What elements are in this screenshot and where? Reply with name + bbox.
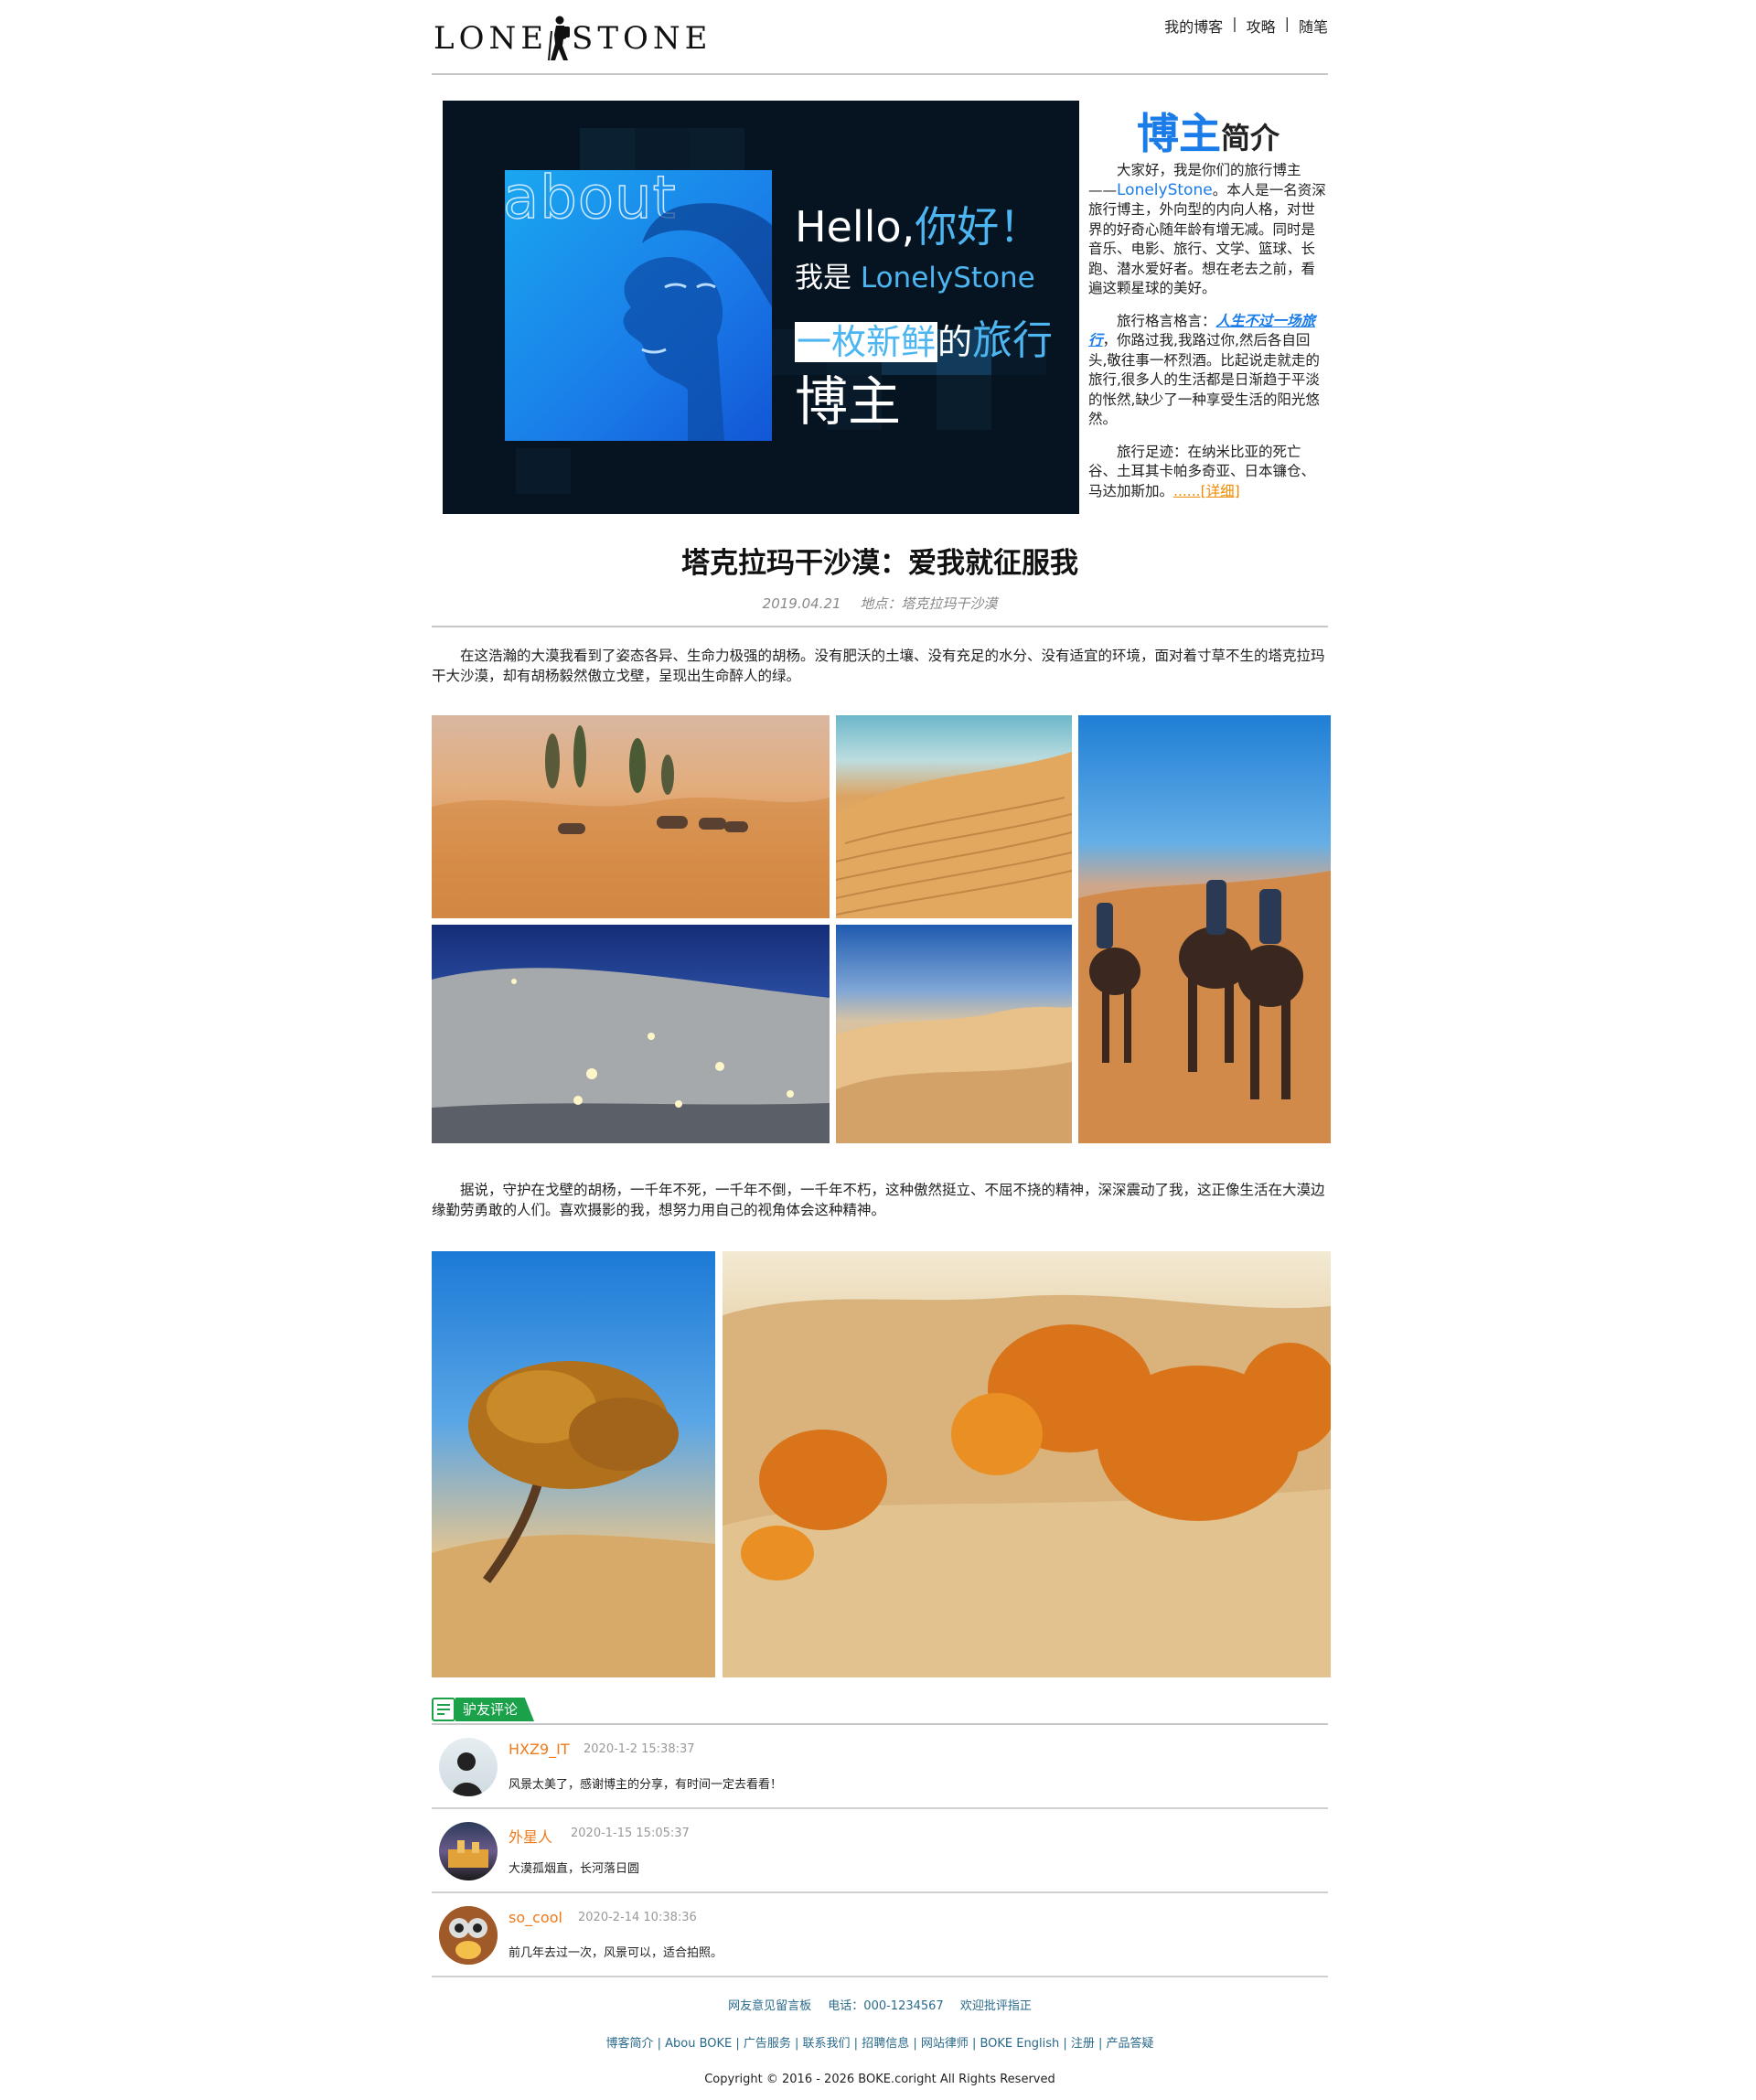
article-meta: 2019.04.21 地点：塔克拉玛干沙漠 xyxy=(432,594,1328,627)
photo-gallery-1 xyxy=(432,715,1331,1143)
photo-dunes-horizon xyxy=(836,925,1072,1143)
banner-hello: Hello xyxy=(795,202,902,252)
comment-author[interactable]: 外星人 xyxy=(509,1825,552,1847)
comment-text: 大漠孤烟直，长河落日圆 xyxy=(509,1862,640,1876)
about-paragraph-1: 大家好，我是你们的旅行博主——LonelyStone。本人是一名资深旅行博主，外… xyxy=(1088,161,1328,299)
user-photo-icon xyxy=(439,1906,498,1965)
night-lights-icon xyxy=(432,968,830,1143)
site-header: LONE STONE 我的博客 | 攻略 | 随笔 xyxy=(432,0,1328,75)
photo-camel-riders xyxy=(1078,715,1331,1143)
about-title: 博主简介 xyxy=(1088,101,1328,158)
comment-author[interactable]: HXZ9_IT xyxy=(509,1741,570,1758)
footer-links[interactable]: 博客简介 | Abou BOKE | 广告服务 | 联系我们 | 招聘信息 | … xyxy=(432,2033,1328,2051)
about-paragraph-2: 旅行格言格言：人生不过一场旅行，你路过我,我路过你,然后各自回头,敬往事一杯烈酒… xyxy=(1088,312,1328,430)
photo-gallery-2 xyxy=(432,1251,1331,1677)
banner-line2-name: LonelyStone xyxy=(860,262,1035,295)
banner-line3-blue: 旅行 xyxy=(972,317,1054,364)
photo-sand-ripples xyxy=(836,715,1072,918)
banner-greeting: Hello,你好！ xyxy=(795,194,1041,254)
comment-time: 2020-2-14 10:38:36 xyxy=(578,1911,697,1924)
comments-tag: 驴友评论 xyxy=(432,1698,535,1721)
avatar[interactable] xyxy=(439,1738,498,1796)
article-date: 2019.04.21 xyxy=(762,595,841,612)
photo-golden-poplars xyxy=(723,1251,1331,1677)
banner-blogger-word: 博主 xyxy=(795,370,902,433)
article-paragraph-2: 据说，守护在戈壁的胡杨，一千年不死，一千年不倒，一千年不朽，这种傲然挺立、不屈不… xyxy=(432,1182,1325,1218)
footer-copyright: Copyright © 2016 - 2026 BOKE.coright All… xyxy=(704,2073,1055,2086)
comment-time: 2020-1-2 15:38:37 xyxy=(584,1742,695,1756)
banner-line2-prefix: 我是 xyxy=(795,262,851,295)
dune-ripples-icon xyxy=(836,752,1072,918)
footer-feedback-link[interactable]: 欢迎批评指正 xyxy=(960,1999,1032,2013)
logo-text-right: STONE xyxy=(572,20,712,57)
dunes-icon xyxy=(836,1006,1072,1143)
comment-item: HXZ9_IT 2020-1-2 15:38:37 风景太美了，感谢博主的分享，… xyxy=(432,1725,1328,1809)
logo-text-left: LONE xyxy=(434,20,549,57)
comment-item: 外星人 2020-1-15 15:05:37 大漠孤烟直，长河落日圆 xyxy=(432,1809,1328,1893)
site-footer: 网友意见留言板 电话：000-1234567 欢迎批评指正 博客简介 | Abo… xyxy=(432,1996,1328,2086)
banner-intro-line: 我是 LonelyStone xyxy=(795,254,1035,295)
nav-essays[interactable]: 随笔 xyxy=(1299,15,1328,37)
comment-item: so_cool 2020-2-14 10:38:36 前几年去过一次，风景可以，… xyxy=(432,1893,1328,1977)
footer-contact: 网友意见留言板 电话：000-1234567 欢迎批评指正 xyxy=(432,1996,1328,2013)
banner-comma: , xyxy=(901,202,915,252)
comment-doc-icon xyxy=(432,1698,455,1721)
golden-poplars-icon xyxy=(723,1294,1331,1677)
avatar[interactable] xyxy=(439,1822,498,1880)
comment-author[interactable]: so_cool xyxy=(509,1909,562,1926)
nav-my-blog[interactable]: 我的博客 xyxy=(1164,15,1223,37)
camel-caravan-icon xyxy=(432,725,830,918)
photo-poplar-tree xyxy=(432,1251,715,1677)
hiker-icon xyxy=(548,16,571,61)
about-title-big: 博主 xyxy=(1136,109,1221,158)
nav-separator: | xyxy=(1284,15,1290,32)
site-logo[interactable]: LONE STONE xyxy=(434,13,712,64)
about-title-small: 简介 xyxy=(1220,121,1280,155)
comment-time: 2020-1-15 15:05:37 xyxy=(571,1827,690,1840)
about-section: about Hello,你好！ 我是 LonelyStone 一枚新鲜的旅行 博… xyxy=(432,101,1328,514)
comment-text: 风景太美了，感谢博主的分享，有时间一定去看看！ xyxy=(509,1778,783,1792)
banner-tagline: 一枚新鲜的旅行 xyxy=(795,307,1053,366)
article-paragraph-1: 在这浩瀚的大漠我看到了姿态各异、生命力极强的胡杨。没有肥沃的土壤、没有充足的水分… xyxy=(432,648,1325,684)
nav-guides[interactable]: 攻略 xyxy=(1247,15,1276,37)
comment-text: 前几年去过一次，风景可以，适合拍照。 xyxy=(509,1946,723,1960)
about-intro: 博主简介 大家好，我是你们的旅行博主——LonelyStone。本人是一名资深旅… xyxy=(1088,101,1328,514)
face-silhouette-icon xyxy=(623,203,772,441)
banner-nihao: 你好！ xyxy=(915,202,1042,252)
about-banner: about Hello,你好！ 我是 LonelyStone 一枚新鲜的旅行 博… xyxy=(443,101,1079,514)
avatar[interactable] xyxy=(439,1906,498,1965)
footer-guestbook-link[interactable]: 网友意见留言板 xyxy=(728,1999,811,2013)
comments-header: 驴友评论 xyxy=(432,1698,1328,1725)
comments-title: 驴友评论 xyxy=(455,1698,535,1721)
about-p2-text-b: ，你路过我,我路过你,然后各自回头,敬往事一杯烈酒。比起说走就走的旅行,很多人的… xyxy=(1088,332,1320,427)
footer-phone: 电话：000-1234567 xyxy=(828,1999,944,2013)
camel-riders-icon xyxy=(1078,871,1331,1143)
about-paragraph-3: 旅行足迹：在纳米比亚的死亡谷、土耳其卡帕多奇亚、日本镰仓、马达加斯加。.....… xyxy=(1088,443,1328,502)
about-p1-name: LonelyStone xyxy=(1117,180,1213,199)
user-photo-icon xyxy=(452,1752,483,1796)
banner-line3-mid: 的 xyxy=(937,322,973,362)
portrait-image: about xyxy=(505,170,772,441)
about-detail-link[interactable]: ......[详细] xyxy=(1173,483,1240,499)
banner-line3-highlight: 一枚新鲜 xyxy=(795,322,938,362)
article-title: 塔克拉玛干沙漠：爱我就征服我 xyxy=(681,547,1078,580)
poplar-tree-icon xyxy=(432,1361,715,1677)
nav-separator: | xyxy=(1232,15,1237,32)
photo-desert-camels xyxy=(432,715,830,918)
page: LONE STONE 我的博客 | 攻略 | 随笔 about Hello,你好… xyxy=(432,0,1331,2086)
user-photo-icon xyxy=(448,1840,488,1868)
top-nav: 我的博客 | 攻略 | 随笔 xyxy=(1164,15,1328,37)
about-p2-text: 旅行格言格言： xyxy=(1117,312,1216,329)
article-location: 地点：塔克拉玛干沙漠 xyxy=(860,595,998,612)
photo-desert-night xyxy=(432,925,830,1143)
